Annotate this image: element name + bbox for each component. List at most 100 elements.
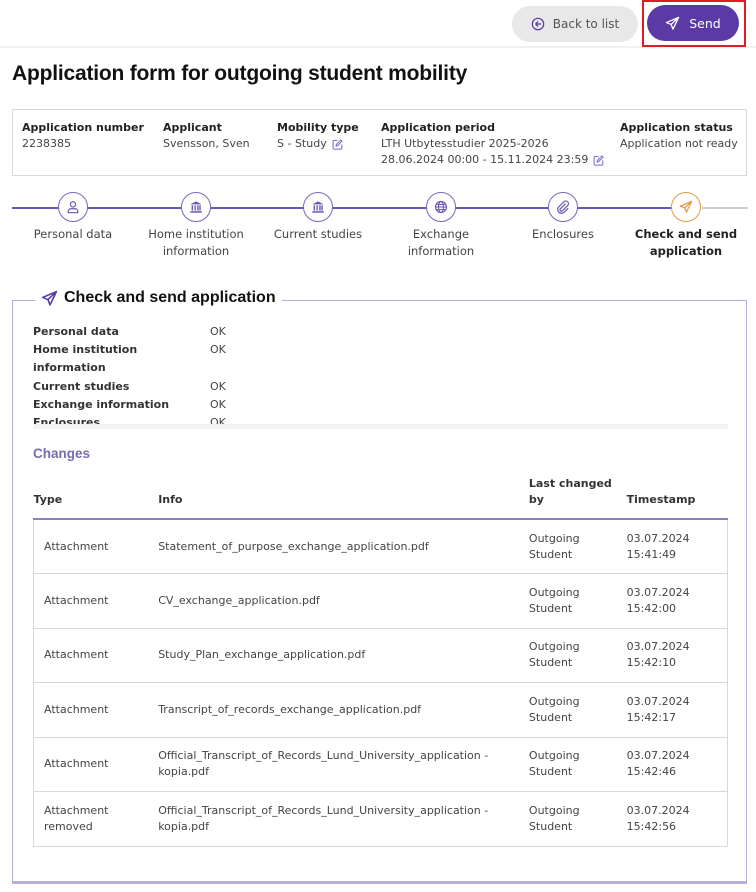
cell-type: Attachment	[44, 803, 109, 817]
application-number-value: 2238385	[22, 137, 71, 150]
table-row: Attachment Statement_of_purpose_exchange…	[33, 519, 728, 574]
section-title: Check and send application	[64, 289, 276, 306]
step-label: Current studies	[273, 227, 363, 241]
cell-type: Attachment	[44, 648, 109, 662]
send-button[interactable]: Send	[647, 5, 739, 41]
step-label: Check and send	[634, 227, 738, 241]
step-label: Personal data	[33, 227, 113, 241]
table-row: Attachment Study_Plan_exchange_applicati…	[33, 628, 728, 683]
table-row: Attachment removed Official_Transcript_of…	[33, 791, 728, 846]
step-current-studies[interactable]: Current studies	[258, 192, 378, 243]
cell-type: Attachment	[44, 593, 109, 607]
table-row: Attachment Official_Transcript_of_Record…	[33, 737, 728, 792]
step-label: Enclosures	[532, 227, 594, 241]
check-row-home-institution: Home institution information OK	[33, 341, 226, 377]
table-row: Attachment Transcript_of_records_exchang…	[33, 682, 728, 737]
edit-mobility-type-icon[interactable]	[332, 138, 343, 150]
check-status: OK	[210, 325, 226, 338]
send-icon	[41, 290, 58, 306]
cell-by-line2: Student	[528, 547, 573, 561]
step-label: Home institution	[148, 227, 244, 241]
mobility-type-value: S - Study	[277, 137, 327, 150]
application-info-box: Application number 2238385 Applicant Sve…	[12, 109, 747, 176]
application-number-field: Application number 2238385	[22, 120, 144, 152]
cell-type: Attachment	[44, 702, 109, 716]
applicant-label: Applicant	[163, 121, 222, 134]
cell-time: 15:41:49	[626, 547, 677, 561]
applicant-value: Svensson, Sven	[163, 137, 250, 150]
applicant-field: Applicant Svensson, Sven	[163, 120, 250, 152]
check-row-current-studies: Current studies OK	[33, 378, 226, 396]
cell-info: Transcript_of_records_exchange_applicati…	[158, 702, 422, 716]
column-header-last-changed-by: Last changed by	[528, 476, 627, 520]
section-divider	[33, 424, 728, 429]
check-status: OK	[210, 397, 226, 411]
check-row-exchange-information: Exchange information OK	[33, 396, 226, 414]
check-name: Exchange information	[33, 397, 170, 411]
cell-info: Study_Plan_exchange_application.pdf	[158, 648, 366, 662]
cell-type-line2: removed	[44, 819, 93, 833]
changes-title: Changes	[33, 446, 91, 461]
institution-icon	[190, 201, 202, 213]
table-row: Attachment CV_exchange_application.pdf O…	[33, 573, 728, 628]
step-personal-data[interactable]: Personal data	[13, 192, 133, 243]
cell-by-line2: Student	[528, 765, 573, 779]
check-and-send-section: Check and send application Personal data…	[12, 289, 747, 884]
cell-by: Outgoing	[528, 640, 580, 654]
back-to-list-button[interactable]: Back to list	[512, 6, 638, 42]
cell-info: Official_Transcript_of_Records_Lund_Univ…	[158, 803, 489, 817]
cell-by: Outgoing	[528, 585, 580, 599]
application-status-value: Application not ready	[620, 137, 738, 150]
application-number-label: Application number	[22, 121, 144, 134]
cell-type: Attachment	[44, 539, 109, 553]
cell-date: 03.07.2024	[626, 640, 690, 654]
column-header-line: Last changed	[528, 477, 612, 490]
cell-info: Official_Transcript_of_Records_Lund_Univ…	[158, 749, 489, 763]
cell-info: CV_exchange_application.pdf	[158, 593, 320, 607]
application-period-dates: 28.06.2024 00:00 - 15.11.2024 23:59	[381, 153, 589, 166]
cell-date: 03.07.2024	[626, 749, 690, 763]
section-legend: Check and send application	[35, 289, 282, 307]
cell-info-line2: kopia.pdf	[158, 819, 210, 833]
cell-date: 03.07.2024	[626, 531, 690, 545]
step-enclosures[interactable]: Enclosures	[503, 192, 623, 243]
check-row-personal-data: Personal data OK	[33, 323, 226, 341]
check-name: Home institution information	[33, 343, 138, 375]
step-label-line2: information	[162, 244, 230, 258]
step-home-institution[interactable]: Home institution information	[136, 192, 256, 260]
send-icon	[679, 200, 693, 213]
cell-time: 15:42:46	[626, 765, 677, 779]
cell-info-line2: kopia.pdf	[158, 765, 210, 779]
step-check-and-send[interactable]: Check and send application	[626, 192, 746, 260]
column-header-timestamp: Timestamp	[626, 476, 728, 520]
check-list: Personal data OK Home institution inform…	[33, 323, 226, 432]
edit-application-period-icon[interactable]	[593, 154, 604, 166]
application-period-name: LTH Utbytesstudier 2025-2026	[381, 137, 549, 150]
check-status: OK	[210, 343, 226, 357]
application-status-label: Application status	[620, 121, 733, 134]
cell-by-line2: Student	[528, 601, 573, 615]
paperclip-icon	[557, 200, 570, 214]
cell-by: Outgoing	[528, 694, 580, 708]
cell-date: 03.07.2024	[626, 694, 690, 708]
mobility-type-field: Mobility type S - Study	[277, 120, 359, 152]
send-label: Send	[689, 15, 721, 31]
check-name: Personal data	[33, 325, 119, 338]
mobility-type-label: Mobility type	[277, 121, 359, 134]
cell-by: Outgoing	[528, 803, 580, 817]
page-title: Application form for outgoing student mo…	[12, 62, 468, 85]
cell-date: 03.07.2024	[626, 803, 690, 817]
globe-icon	[434, 200, 448, 214]
top-bar: Back to list Send	[0, 0, 756, 48]
progress-stepper: Personal data Home institution informati…	[0, 192, 756, 272]
step-exchange-information[interactable]: Exchange information	[381, 192, 501, 260]
back-to-list-label: Back to list	[552, 17, 620, 31]
column-header-info: Info	[158, 476, 529, 520]
user-icon	[67, 201, 79, 214]
step-label-line2: information	[407, 244, 475, 258]
cell-time: 15:42:10	[626, 656, 677, 670]
cell-by: Outgoing	[528, 749, 580, 763]
cell-by-line2: Student	[528, 656, 573, 670]
application-period-field: Application period LTH Utbytesstudier 20…	[381, 120, 604, 168]
column-header-type: Type	[33, 476, 159, 520]
